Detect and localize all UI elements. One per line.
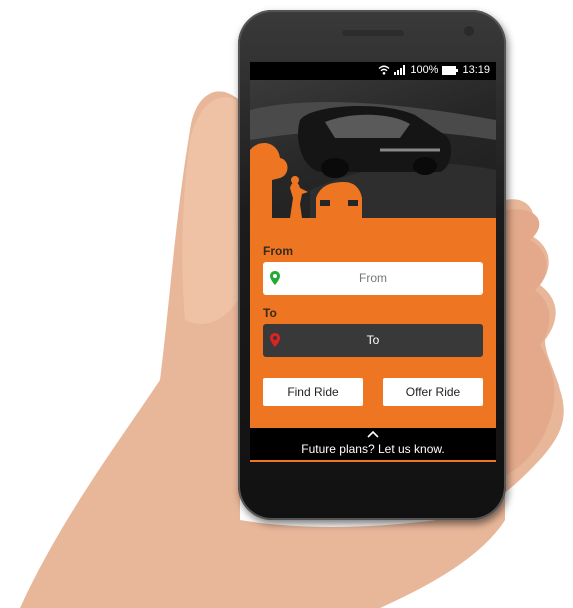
phone-camera <box>464 26 474 36</box>
car-road-illustration <box>250 102 496 218</box>
clock: 13:19 <box>462 64 490 76</box>
to-input[interactable]: To <box>263 324 483 357</box>
offer-ride-button[interactable]: Offer Ride <box>383 378 483 406</box>
feedback-bar[interactable]: Future plans? Let us know. <box>250 428 496 462</box>
wifi-icon <box>378 65 390 75</box>
phone-speaker <box>342 30 404 36</box>
from-input[interactable]: From <box>263 262 483 295</box>
signal-icon <box>394 65 406 75</box>
to-placeholder: To <box>366 333 380 347</box>
ride-search-panel: From From To To Find Ride Offer Ride <box>250 218 496 428</box>
from-placeholder: From <box>359 271 387 285</box>
feedback-message: Future plans? Let us know. <box>301 442 445 456</box>
chevron-up-icon[interactable] <box>367 430 379 438</box>
from-label: From <box>263 244 293 258</box>
status-bar: 100% 13:19 <box>250 62 496 80</box>
hero-banner <box>250 80 496 218</box>
find-ride-button[interactable]: Find Ride <box>263 378 363 406</box>
accent-line <box>250 460 496 462</box>
battery-percent: 100% <box>410 64 439 76</box>
to-label: To <box>263 306 277 320</box>
app-screen: 100% 13:19 From From To To Find Ride Off… <box>250 62 496 462</box>
battery-icon <box>442 65 459 75</box>
